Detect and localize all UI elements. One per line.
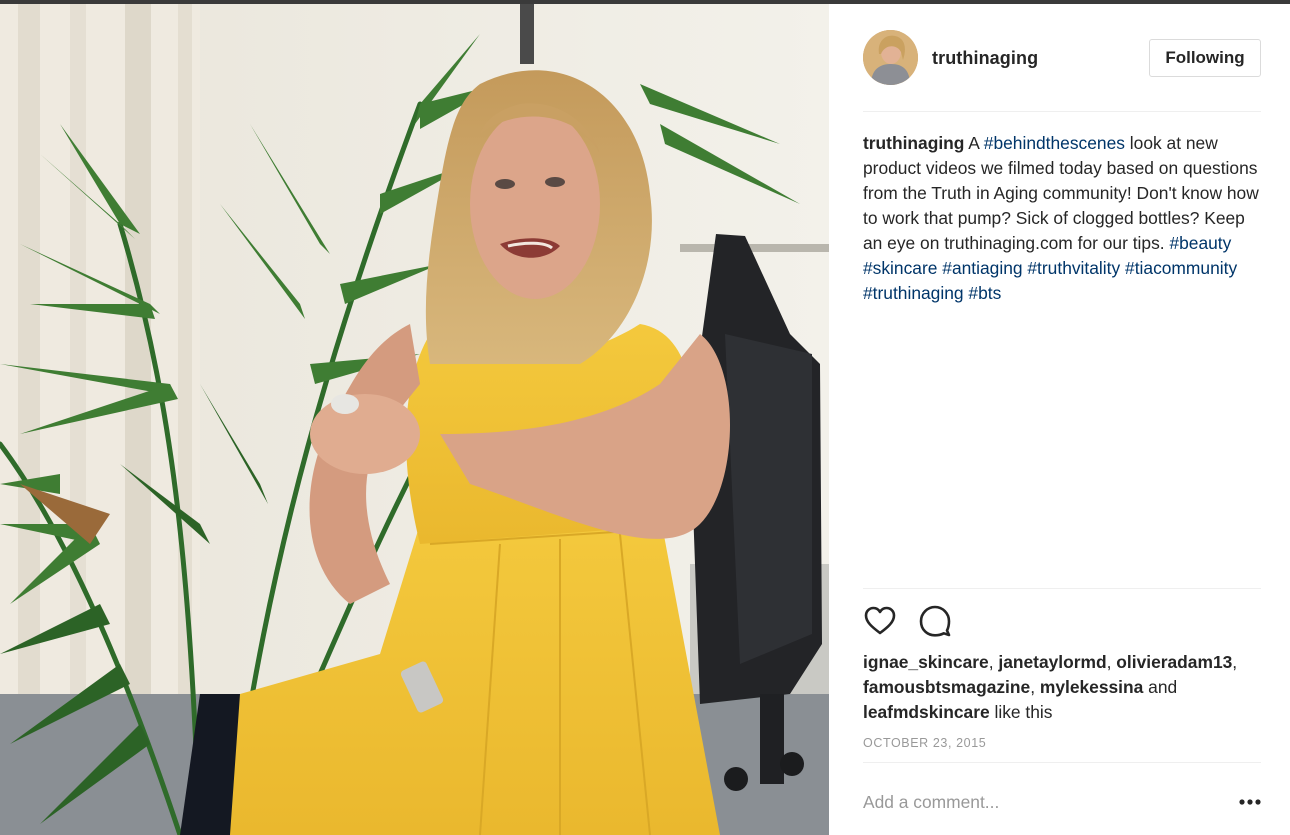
hashtag-link[interactable]: #antiaging — [942, 258, 1022, 278]
author-username[interactable]: truthinaging — [932, 48, 1038, 69]
hashtag-link[interactable]: #skincare — [863, 258, 937, 278]
liker-username[interactable]: janetaylormd — [998, 652, 1106, 672]
following-button[interactable]: Following — [1149, 39, 1261, 77]
liker-username[interactable]: ignae_skincare — [863, 652, 989, 672]
actions-divider — [863, 588, 1261, 589]
likes-separator: , — [988, 652, 999, 672]
hashtag-link[interactable]: #truthinaging — [863, 283, 964, 303]
hashtag-link[interactable]: #beauty — [1169, 233, 1231, 253]
author-avatar[interactable] — [863, 30, 918, 85]
avatar-image — [863, 30, 918, 85]
comment-divider — [863, 762, 1261, 763]
likes-and-text: and — [1143, 677, 1178, 697]
heart-icon[interactable] — [863, 604, 897, 638]
post-photo[interactable] — [0, 4, 829, 835]
hashtag-link[interactable]: #tiacommunity — [1125, 258, 1237, 278]
likes-separator: , — [1106, 652, 1117, 672]
liker-username[interactable]: leafmdskincare — [863, 702, 990, 722]
liker-username[interactable]: olivieradam13 — [1116, 652, 1232, 672]
hashtag-link[interactable]: #truthvitality — [1027, 258, 1120, 278]
liker-username[interactable]: famousbtsmagazine — [863, 677, 1030, 697]
likes-summary: ignae_skincare, janetaylormd, olivierada… — [863, 650, 1263, 725]
caption-author[interactable]: truthinaging — [863, 133, 964, 153]
caption-text: A — [964, 133, 984, 153]
liker-username[interactable]: mylekessina — [1040, 677, 1143, 697]
likes-separator: , — [1232, 652, 1238, 672]
post-caption: truthinaging A #behindthescenes look at … — [863, 131, 1263, 306]
comment-bubble-icon[interactable] — [918, 604, 952, 638]
comment-input[interactable] — [863, 788, 1193, 816]
post-date[interactable]: OCTOBER 23, 2015 — [863, 736, 986, 750]
post-side-panel: truthinaging Following truthinaging A #b… — [829, 4, 1290, 835]
likes-suffix-text: like this — [989, 702, 1053, 722]
hashtag-link[interactable]: #behindthescenes — [984, 133, 1125, 153]
more-options-icon[interactable] — [1237, 792, 1263, 812]
header-divider — [863, 111, 1261, 112]
likes-separator: , — [1030, 677, 1040, 697]
post-photo-illustration — [0, 4, 829, 835]
hashtag-link[interactable]: #bts — [968, 283, 1001, 303]
